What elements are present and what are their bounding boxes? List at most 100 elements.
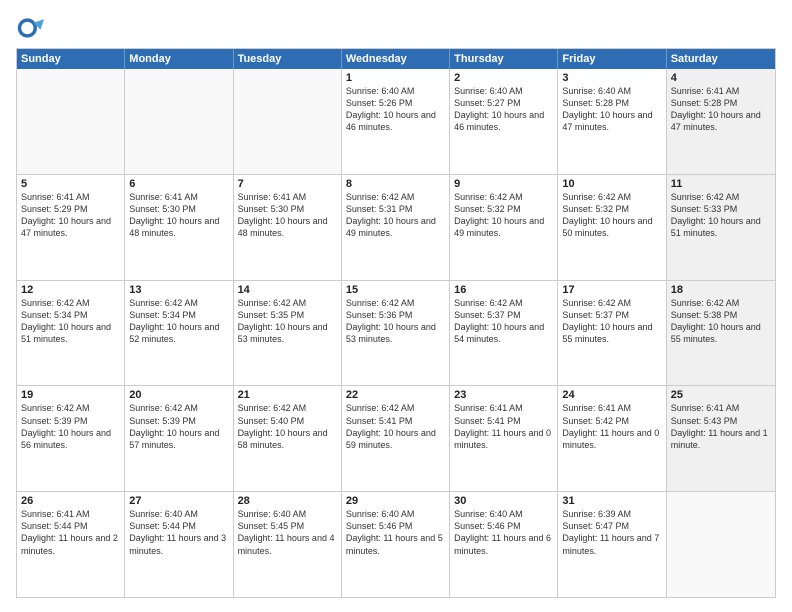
cell-info: Sunrise: 6:40 AM Sunset: 5:44 PM Dayligh… [129,508,228,557]
day-number: 21 [238,389,337,401]
calendar-cell: 4Sunrise: 6:41 AM Sunset: 5:28 PM Daylig… [667,69,775,174]
calendar-cell: 12Sunrise: 6:42 AM Sunset: 5:34 PM Dayli… [17,281,125,386]
day-number: 8 [346,178,445,190]
day-number: 11 [671,178,771,190]
day-number: 13 [129,284,228,296]
cell-info: Sunrise: 6:40 AM Sunset: 5:46 PM Dayligh… [346,508,445,557]
day-number: 7 [238,178,337,190]
calendar-cell [125,69,233,174]
day-number: 3 [562,72,661,84]
calendar-row-4: 19Sunrise: 6:42 AM Sunset: 5:39 PM Dayli… [17,386,775,492]
calendar-row-2: 5Sunrise: 6:41 AM Sunset: 5:29 PM Daylig… [17,175,775,281]
calendar-cell: 17Sunrise: 6:42 AM Sunset: 5:37 PM Dayli… [558,281,666,386]
cell-info: Sunrise: 6:39 AM Sunset: 5:47 PM Dayligh… [562,508,661,557]
cell-info: Sunrise: 6:42 AM Sunset: 5:38 PM Dayligh… [671,297,771,346]
day-number: 15 [346,284,445,296]
calendar-cell: 7Sunrise: 6:41 AM Sunset: 5:30 PM Daylig… [234,175,342,280]
cell-info: Sunrise: 6:42 AM Sunset: 5:35 PM Dayligh… [238,297,337,346]
day-number: 1 [346,72,445,84]
day-number: 25 [671,389,771,401]
calendar-row-3: 12Sunrise: 6:42 AM Sunset: 5:34 PM Dayli… [17,281,775,387]
cell-info: Sunrise: 6:41 AM Sunset: 5:44 PM Dayligh… [21,508,120,557]
calendar-cell: 9Sunrise: 6:42 AM Sunset: 5:32 PM Daylig… [450,175,558,280]
cell-info: Sunrise: 6:42 AM Sunset: 5:41 PM Dayligh… [346,402,445,451]
calendar-cell: 19Sunrise: 6:42 AM Sunset: 5:39 PM Dayli… [17,386,125,491]
header-cell-friday: Friday [558,49,666,69]
calendar: SundayMondayTuesdayWednesdayThursdayFrid… [16,48,776,598]
calendar-cell: 15Sunrise: 6:42 AM Sunset: 5:36 PM Dayli… [342,281,450,386]
day-number: 23 [454,389,553,401]
day-number: 4 [671,72,771,84]
calendar-cell [667,492,775,597]
calendar-cell: 1Sunrise: 6:40 AM Sunset: 5:26 PM Daylig… [342,69,450,174]
header-cell-monday: Monday [125,49,233,69]
calendar-cell: 8Sunrise: 6:42 AM Sunset: 5:31 PM Daylig… [342,175,450,280]
calendar-cell: 10Sunrise: 6:42 AM Sunset: 5:32 PM Dayli… [558,175,666,280]
calendar-cell: 23Sunrise: 6:41 AM Sunset: 5:41 PM Dayli… [450,386,558,491]
header-cell-tuesday: Tuesday [234,49,342,69]
calendar-cell: 21Sunrise: 6:42 AM Sunset: 5:40 PM Dayli… [234,386,342,491]
day-number: 9 [454,178,553,190]
cell-info: Sunrise: 6:42 AM Sunset: 5:33 PM Dayligh… [671,191,771,240]
calendar-cell: 11Sunrise: 6:42 AM Sunset: 5:33 PM Dayli… [667,175,775,280]
cell-info: Sunrise: 6:42 AM Sunset: 5:31 PM Dayligh… [346,191,445,240]
calendar-cell: 29Sunrise: 6:40 AM Sunset: 5:46 PM Dayli… [342,492,450,597]
calendar-cell: 2Sunrise: 6:40 AM Sunset: 5:27 PM Daylig… [450,69,558,174]
day-number: 2 [454,72,553,84]
calendar-cell: 5Sunrise: 6:41 AM Sunset: 5:29 PM Daylig… [17,175,125,280]
calendar-cell: 20Sunrise: 6:42 AM Sunset: 5:39 PM Dayli… [125,386,233,491]
calendar-cell: 28Sunrise: 6:40 AM Sunset: 5:45 PM Dayli… [234,492,342,597]
day-number: 6 [129,178,228,190]
cell-info: Sunrise: 6:41 AM Sunset: 5:28 PM Dayligh… [671,85,771,134]
cell-info: Sunrise: 6:42 AM Sunset: 5:32 PM Dayligh… [562,191,661,240]
cell-info: Sunrise: 6:40 AM Sunset: 5:26 PM Dayligh… [346,85,445,134]
day-number: 10 [562,178,661,190]
day-number: 26 [21,495,120,507]
day-number: 14 [238,284,337,296]
calendar-body: 1Sunrise: 6:40 AM Sunset: 5:26 PM Daylig… [17,69,775,597]
day-number: 18 [671,284,771,296]
day-number: 16 [454,284,553,296]
cell-info: Sunrise: 6:40 AM Sunset: 5:27 PM Dayligh… [454,85,553,134]
cell-info: Sunrise: 6:42 AM Sunset: 5:37 PM Dayligh… [562,297,661,346]
calendar-cell: 26Sunrise: 6:41 AM Sunset: 5:44 PM Dayli… [17,492,125,597]
cell-info: Sunrise: 6:40 AM Sunset: 5:45 PM Dayligh… [238,508,337,557]
day-number: 17 [562,284,661,296]
calendar-cell: 22Sunrise: 6:42 AM Sunset: 5:41 PM Dayli… [342,386,450,491]
calendar-cell: 18Sunrise: 6:42 AM Sunset: 5:38 PM Dayli… [667,281,775,386]
header-cell-thursday: Thursday [450,49,558,69]
calendar-cell: 30Sunrise: 6:40 AM Sunset: 5:46 PM Dayli… [450,492,558,597]
calendar-cell: 3Sunrise: 6:40 AM Sunset: 5:28 PM Daylig… [558,69,666,174]
day-number: 27 [129,495,228,507]
cell-info: Sunrise: 6:41 AM Sunset: 5:42 PM Dayligh… [562,402,661,451]
calendar-cell: 6Sunrise: 6:41 AM Sunset: 5:30 PM Daylig… [125,175,233,280]
day-number: 5 [21,178,120,190]
day-number: 12 [21,284,120,296]
calendar-header: SundayMondayTuesdayWednesdayThursdayFrid… [17,49,775,69]
calendar-cell [234,69,342,174]
day-number: 31 [562,495,661,507]
calendar-cell: 27Sunrise: 6:40 AM Sunset: 5:44 PM Dayli… [125,492,233,597]
calendar-cell: 14Sunrise: 6:42 AM Sunset: 5:35 PM Dayli… [234,281,342,386]
cell-info: Sunrise: 6:40 AM Sunset: 5:28 PM Dayligh… [562,85,661,134]
calendar-cell [17,69,125,174]
calendar-row-1: 1Sunrise: 6:40 AM Sunset: 5:26 PM Daylig… [17,69,775,175]
day-number: 24 [562,389,661,401]
header-cell-sunday: Sunday [17,49,125,69]
cell-info: Sunrise: 6:41 AM Sunset: 5:30 PM Dayligh… [238,191,337,240]
day-number: 19 [21,389,120,401]
cell-info: Sunrise: 6:41 AM Sunset: 5:29 PM Dayligh… [21,191,120,240]
cell-info: Sunrise: 6:42 AM Sunset: 5:40 PM Dayligh… [238,402,337,451]
cell-info: Sunrise: 6:41 AM Sunset: 5:43 PM Dayligh… [671,402,771,451]
header-cell-saturday: Saturday [667,49,775,69]
calendar-cell: 16Sunrise: 6:42 AM Sunset: 5:37 PM Dayli… [450,281,558,386]
day-number: 30 [454,495,553,507]
cell-info: Sunrise: 6:42 AM Sunset: 5:32 PM Dayligh… [454,191,553,240]
cell-info: Sunrise: 6:42 AM Sunset: 5:36 PM Dayligh… [346,297,445,346]
calendar-row-5: 26Sunrise: 6:41 AM Sunset: 5:44 PM Dayli… [17,492,775,597]
calendar-cell: 31Sunrise: 6:39 AM Sunset: 5:47 PM Dayli… [558,492,666,597]
header [16,14,776,42]
cell-info: Sunrise: 6:42 AM Sunset: 5:34 PM Dayligh… [129,297,228,346]
cell-info: Sunrise: 6:42 AM Sunset: 5:34 PM Dayligh… [21,297,120,346]
logo-icon [16,14,44,42]
